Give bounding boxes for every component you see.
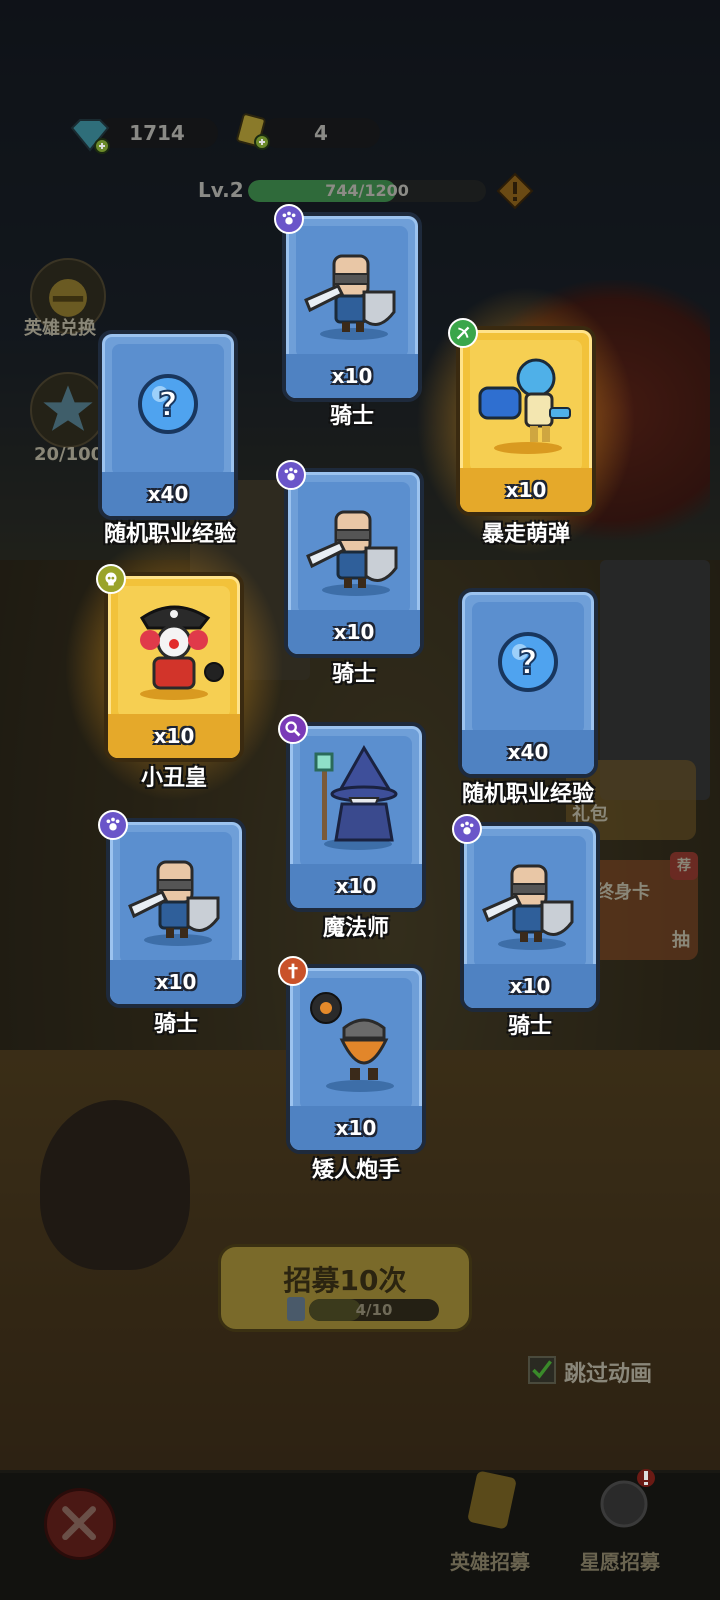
paw-icon (106, 817, 120, 831)
clown-king-hero-icon (139, 605, 224, 700)
class-badge (96, 564, 126, 594)
reward-count: x10 (155, 970, 197, 994)
reward-card[interactable]: x10 (274, 204, 422, 402)
card-face: x10 (286, 722, 426, 912)
class-badge (276, 460, 306, 490)
xp-progress-text: 744/1200 (325, 181, 409, 200)
reward-count: x10 (505, 478, 547, 502)
reward-card[interactable]: x10 (98, 810, 246, 1008)
nav-wish-recruit[interactable]: 星愿招募 (580, 1546, 660, 1575)
star-icon (43, 385, 93, 431)
dagger-icon (288, 963, 298, 979)
recruit-10-label: 招募10次 (283, 1264, 407, 1297)
svg-text:?: ? (518, 643, 538, 683)
ticket-icon (287, 1297, 305, 1321)
class-badge (98, 810, 128, 840)
reward-card[interactable]: x10 (452, 814, 600, 1012)
dwarf-gunner-hero-icon (310, 992, 394, 1092)
reward-count: x40 (147, 482, 189, 506)
reward-count: x10 (335, 874, 377, 898)
reward-count: x40 (507, 740, 549, 764)
card-face: x10 (104, 572, 244, 762)
recruit-10-button[interactable]: 招募10次 4/10 (218, 1244, 472, 1332)
reward-count: x10 (153, 724, 195, 748)
reward-count: x10 (331, 364, 373, 388)
reward-name: 矮人炮手 (311, 1158, 400, 1183)
reward-name: 骑士 (331, 662, 376, 687)
bow-icon (456, 326, 470, 340)
reward-name: 骑士 (329, 404, 374, 429)
crossed-swords-icon (62, 1506, 97, 1541)
card-face: x10 (106, 818, 246, 1008)
class-badge (448, 318, 478, 348)
reward-count: x10 (333, 620, 375, 644)
class-badge (278, 956, 308, 986)
reward-card[interactable]: x10 (278, 714, 426, 912)
gunner-hero-icon (478, 358, 571, 454)
recruit-progress-bar: 4/10 (309, 1299, 439, 1321)
paw-icon (284, 467, 298, 481)
ticket-count: 4 (314, 121, 328, 145)
card-face: x10 (456, 326, 596, 516)
card-face: ? x40 (98, 330, 238, 520)
skip-animation-checkbox[interactable] (528, 1356, 556, 1384)
star-wish-button[interactable] (30, 372, 106, 448)
reward-name: 暴走萌弹 (481, 522, 570, 547)
magic-wand-icon (285, 721, 301, 737)
skip-animation-label: 跳过动画 (564, 1362, 653, 1387)
alert-icon[interactable] (496, 172, 534, 210)
reward-card[interactable]: x10 (416, 286, 636, 556)
wizard-hero-icon (314, 745, 398, 850)
lifetime-card-sub: 抽 (672, 930, 690, 951)
card-face: ? x40 (458, 588, 598, 778)
knight-hero-icon (482, 864, 574, 950)
reward-card[interactable]: x10 (278, 956, 426, 1154)
reward-count: x10 (335, 1116, 377, 1140)
reward-card[interactable]: x10 (64, 532, 284, 802)
gem-counter[interactable]: 1714 (96, 118, 218, 148)
card-face: x10 (286, 964, 426, 1154)
class-badge (452, 814, 482, 844)
close-button[interactable] (44, 1488, 116, 1560)
reward-name: 骑士 (507, 1014, 552, 1039)
class-badge (274, 204, 304, 234)
reward-card[interactable]: ? x40 (98, 330, 238, 520)
knight-hero-icon (128, 860, 220, 946)
lifetime-card-label: 终身卡 (596, 882, 650, 903)
knight-hero-icon (306, 510, 398, 596)
wish-recruit-icon[interactable] (590, 1466, 660, 1536)
question-orb-icon: ? (498, 632, 558, 692)
class-badge (278, 714, 308, 744)
reward-name: 随机职业经验 (461, 782, 594, 807)
ticket-counter[interactable]: 4 (262, 118, 380, 148)
gem-icon (70, 119, 110, 154)
card-face: x10 (460, 822, 600, 1012)
card-face: x10 (284, 468, 424, 658)
skull-icon (105, 572, 117, 586)
reward-name: 骑士 (153, 1012, 198, 1037)
reward-card[interactable]: x10 (276, 460, 424, 658)
reward-name: 小丑皇 (140, 766, 207, 791)
recommend-badge: 荐 (670, 852, 698, 880)
paw-icon (460, 821, 474, 835)
paw-icon (282, 211, 296, 225)
recruit-progress-text: 4/10 (355, 1301, 393, 1319)
knight-hero-icon (304, 254, 396, 340)
reward-name: 魔法师 (322, 916, 389, 941)
ticket-icon (236, 113, 270, 150)
star-wish-progress: 20/100 (34, 444, 104, 465)
hero-recruit-icon[interactable] (458, 1466, 528, 1536)
gem-count: 1714 (129, 121, 185, 145)
svg-text:?: ? (158, 385, 178, 425)
xp-progress-bar: 744/1200 (248, 180, 486, 202)
reward-card[interactable]: ? x40 (458, 588, 598, 778)
card-face: x10 (282, 212, 422, 402)
nav-hero-recruit[interactable]: 英雄招募 (450, 1546, 530, 1575)
hero-exchange-label: 英雄兑换 (24, 318, 96, 339)
reward-count: x10 (509, 974, 551, 998)
player-level: Lv.2 (198, 178, 244, 202)
checkmark-icon (532, 1360, 552, 1379)
question-orb-icon: ? (138, 374, 198, 434)
